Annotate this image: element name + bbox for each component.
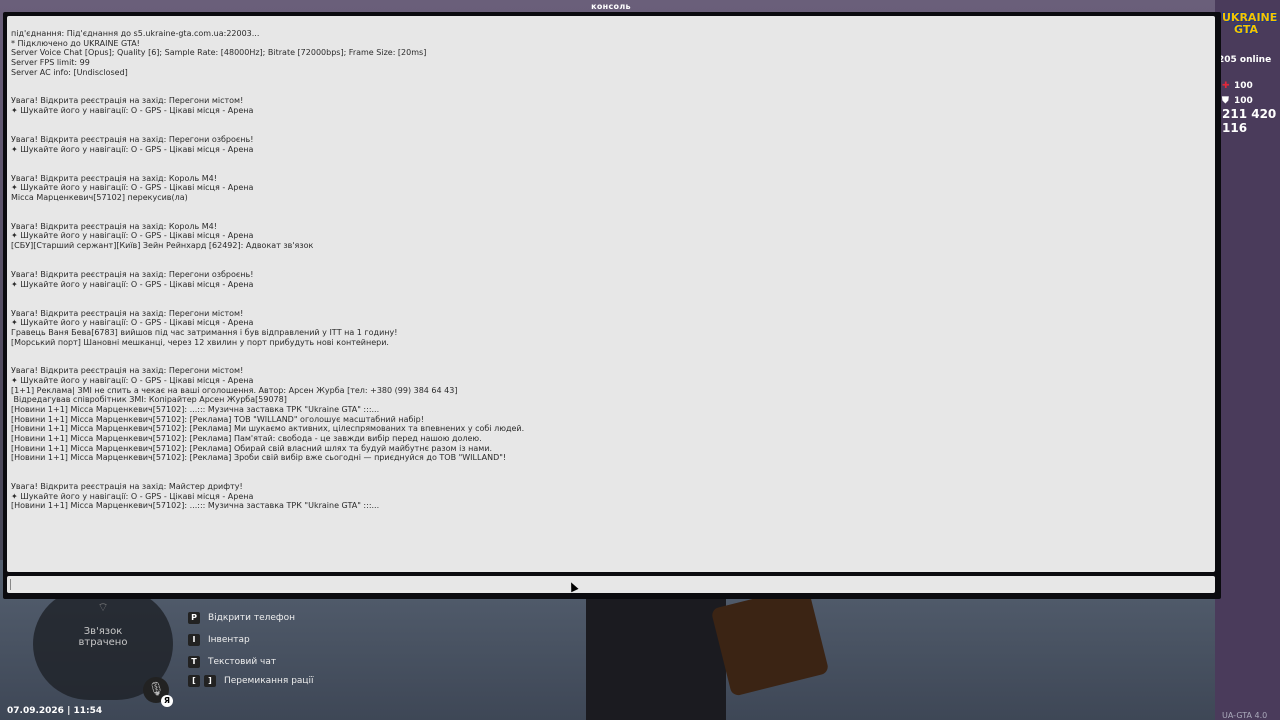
console-log-line: ✦ Шукайте його у навігації: O - GPS - Ці…	[11, 231, 254, 241]
console-log-line	[11, 87, 1215, 97]
console-log-line: [Новини 1+1] Місса Марценкевич[57102]: .…	[11, 404, 380, 414]
armor-shield-icon: ⛊	[1222, 96, 1229, 106]
console-log-line	[11, 347, 1215, 357]
console-log-line	[11, 164, 1215, 174]
date-time: 07.09.2026 | 11:54	[7, 706, 103, 716]
game-version: UA-GTA 4.0	[1222, 711, 1268, 720]
online-count: 205 online	[1218, 55, 1272, 65]
hint-phone: P Відкрити телефон	[188, 611, 295, 624]
console-log-line: [Новини 1+1] Місса Марценкевич[57102]: […	[11, 433, 482, 443]
connection-line-1: Зв'язок	[83, 626, 123, 637]
console-log-line: ✦ Шукайте його у навігації: O - GPS - Ці…	[11, 279, 254, 289]
console-log-line: ✦ Шукайте його у навігації: O - GPS - Ці…	[11, 376, 254, 386]
console-log-line: Увага! Відкрита реєстрація на захід: Пер…	[11, 270, 254, 280]
health-value: 100	[1234, 81, 1253, 91]
console-log-line: [Новини 1+1] Місса Марценкевич[57102]: […	[11, 424, 525, 434]
hint-inventory-label: Інвентар	[208, 634, 250, 645]
console-log-line: Гравець Ваня Бева[6783] вийшов під час з…	[11, 327, 398, 337]
console-log-line: [Новини 1+1] Місса Марценкевич[57102]: […	[11, 414, 424, 424]
logo-line-2: GTA	[1234, 23, 1258, 36]
hint-phone-label: Відкрити телефон	[208, 612, 296, 623]
console-log-line: [СБУ][Старший сержант][Київ] Зейн Рейнха…	[11, 241, 314, 251]
armor-stat: ⛊ 100	[1222, 96, 1253, 106]
hint-inventory: I Інвентар	[188, 633, 250, 646]
console-log-line: Відредагував співробітник ЗМІ: Копірайте…	[11, 395, 287, 405]
console-log-line	[11, 357, 1215, 367]
health-stat: ✚ 100	[1222, 81, 1253, 91]
hint-text-chat: T Текстовий чат	[188, 655, 276, 668]
console-log-line: ✦ Шукайте його у навігації: O - GPS - Ці…	[11, 144, 254, 154]
console-log-line: Увага! Відкрита реєстрація на захід: Пер…	[11, 96, 244, 106]
console-log-line: Увага! Відкрита реєстрація на захід: Пер…	[11, 308, 244, 318]
console-log-line: Server FPS limit: 99	[11, 57, 90, 67]
console-log-line: Місса Марценкевич[57102] перекусив(ла)	[11, 192, 188, 202]
console-log[interactable]: під'єднання: Під'єднання до s5.ukraine-g…	[7, 16, 1215, 572]
console-log-line: ✦ Шукайте його у навігації: O - GPS - Ці…	[11, 106, 254, 116]
console-title: консоль	[591, 2, 631, 11]
key-p: P	[188, 611, 200, 624]
hint-radio-switch: [ ] Перемикання рації	[188, 674, 314, 687]
console-input[interactable]	[7, 576, 1215, 593]
health-cross-icon: ✚	[1222, 81, 1230, 91]
console-log-line: Увага! Відкрита реєстрація на захід: Пер…	[11, 366, 244, 376]
mic-badge: Я	[161, 695, 173, 707]
console-log-line: [Морський порт] Шановні мешканці, через …	[11, 337, 389, 347]
console-log-line: [Новини 1+1] Місса Марценкевич[57102]: .…	[11, 501, 380, 511]
console-log-line	[11, 463, 1215, 473]
console-log-lines: під'єднання: Під'єднання до s5.ukraine-g…	[7, 16, 1215, 511]
console-log-line	[11, 154, 1215, 164]
console-log-line: Server AC info: [Undisclosed]	[11, 67, 128, 77]
key-bracket-right: ]	[204, 674, 216, 687]
key-bracket-left: [	[188, 674, 200, 687]
console-log-line	[11, 260, 1215, 270]
text-caret	[10, 579, 11, 590]
console-log-line: Server Voice Chat [Opus]; Quality [6]; S…	[11, 48, 427, 58]
hint-radio-label: Перемикання рації	[224, 675, 314, 686]
console-log-line: ✦ Шукайте його у навігації: O - GPS - Ці…	[11, 183, 254, 193]
console-log-line	[11, 289, 1215, 299]
console-log-line: ✦ Шукайте його у навігації: O - GPS - Ці…	[11, 491, 254, 501]
console-log-line: [Новини 1+1] Місса Марценкевич[57102]: […	[11, 443, 493, 453]
console-log-line	[11, 203, 1215, 213]
money-display: 211 420 116	[1222, 107, 1277, 135]
console-log-line: під'єднання: Під'єднання до s5.ukraine-g…	[11, 29, 260, 38]
console-log-line	[11, 472, 1215, 482]
key-t: T	[188, 655, 200, 668]
armor-value: 100	[1234, 96, 1253, 106]
console-log-line	[11, 299, 1215, 309]
console-log-line: Увага! Відкрита реєстрація на захід: Пер…	[11, 135, 254, 145]
console-log-line: * Підключено до UKRAINE GTA!	[11, 38, 140, 48]
console-log-line	[11, 251, 1215, 261]
console-log-line	[11, 77, 1215, 87]
console-log-line: Увага! Відкрита реєстрація на захід: Кор…	[11, 221, 217, 231]
console-log-line	[11, 212, 1215, 222]
ukraine-gta-logo: UKRAINE GTA	[1222, 12, 1277, 40]
console-log-line: ✦ Шукайте його у навігації: O - GPS - Ці…	[11, 318, 254, 328]
console-log-line: [1+1] Реклама| ЗМІ не спить а чекає на в…	[11, 385, 458, 395]
console-log-line: Увага! Відкрита реєстрація на захід: Кор…	[11, 173, 217, 183]
connection-line-2: втрачено	[78, 637, 128, 648]
hint-text-chat-label: Текстовий чат	[208, 656, 277, 667]
console-log-line: Увага! Відкрита реєстрація на захід: Май…	[11, 482, 243, 492]
no-signal-icon: ⌔	[97, 600, 109, 614]
console-log-line: [Новини 1+1] Місса Марценкевич[57102]: […	[11, 453, 507, 463]
connection-lost-text: Зв'язок втрачено	[33, 626, 173, 648]
key-i: I	[188, 633, 200, 646]
console-log-line	[11, 125, 1215, 135]
console-log-line	[11, 116, 1215, 126]
